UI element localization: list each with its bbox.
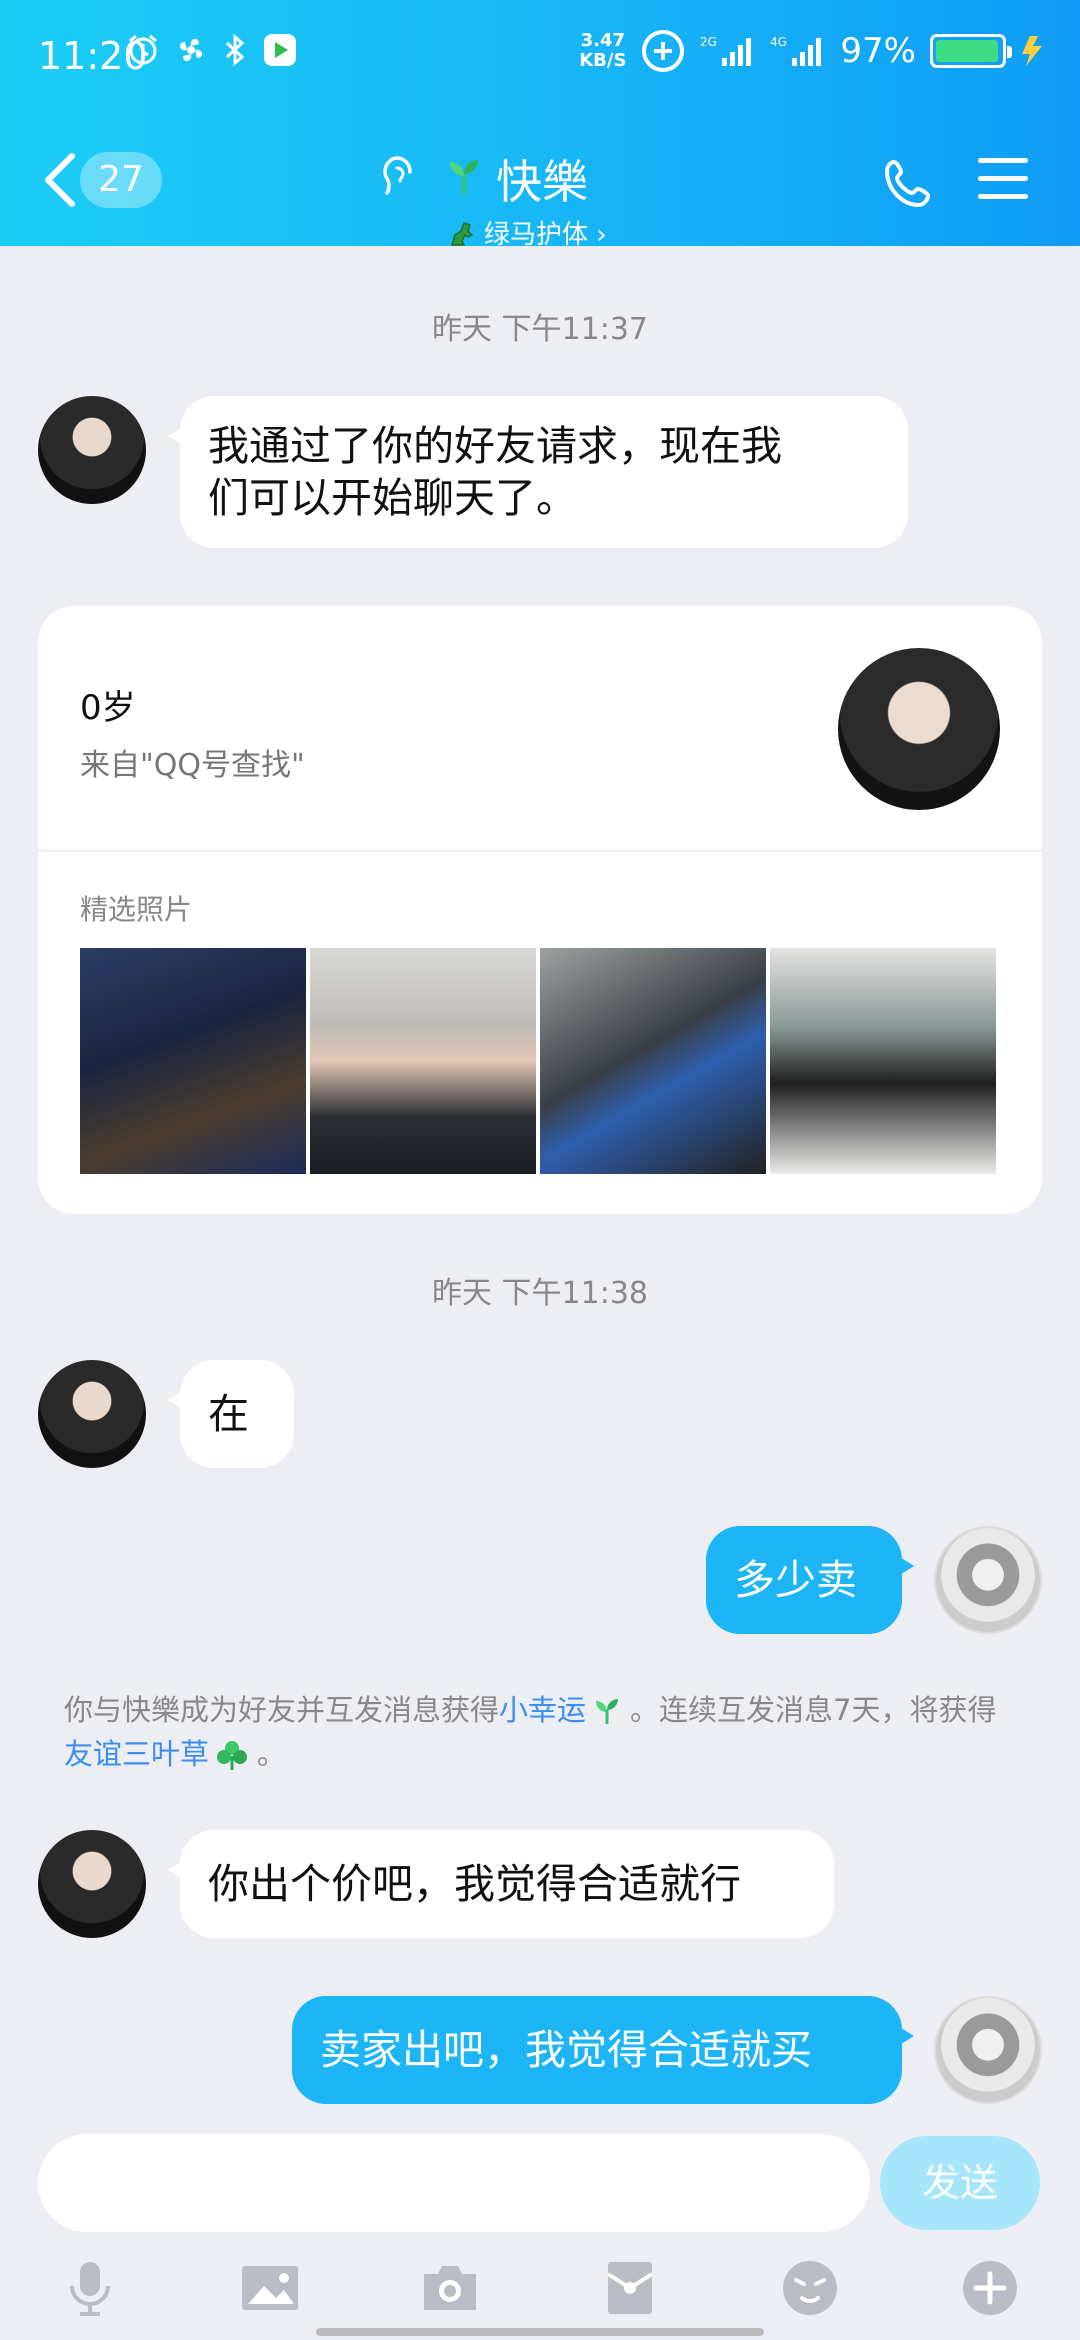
message-input[interactable] [38, 2134, 870, 2232]
svg-text:4G: 4G [770, 35, 787, 49]
compose-bar: 发送 [0, 2120, 1080, 2240]
chat-title-block[interactable]: 快樂 绿马护体 › [380, 134, 710, 250]
incoming-message-bubble[interactable]: 在 [168, 1360, 294, 1468]
timestamp: 昨天 下午11:37 [432, 312, 648, 347]
friendship-notice: 你与快樂成为好友并互发消息获得小幸运 。连续互发消息7天，将获得友谊三叶草。 [64, 1693, 997, 1771]
status-notification-icons [126, 32, 298, 68]
profile-source: 来自"QQ号查找" [80, 748, 305, 783]
clover-icon [217, 1741, 248, 1770]
friend-avatar[interactable] [38, 1360, 146, 1468]
unread-count-badge[interactable]: 27 [80, 152, 162, 208]
featured-photo[interactable] [80, 948, 306, 1174]
red-packet-icon[interactable] [600, 2258, 660, 2318]
outgoing-message-bubble[interactable]: 卖家出吧，我觉得合适就买 [292, 1996, 914, 2104]
image-icon[interactable] [240, 2258, 300, 2318]
input-toolbar [0, 2240, 1080, 2340]
alarm-icon [129, 34, 157, 65]
incoming-message-bubble[interactable]: 你出个价吧，我觉得合适就行 [168, 1830, 834, 1938]
back-arrow-icon[interactable] [40, 150, 80, 210]
microphone-icon[interactable] [60, 2258, 120, 2318]
video-app-icon [264, 34, 296, 66]
divider [38, 850, 1042, 852]
emoji-icon[interactable] [780, 2258, 840, 2318]
svg-text:2G: 2G [700, 35, 717, 49]
bluetooth-icon [225, 33, 245, 67]
featured-photos-label: 精选照片 [80, 893, 193, 926]
sprout-icon [450, 160, 478, 194]
chat-subtitle[interactable]: 绿马护体 › [448, 214, 607, 251]
sprout-icon [596, 1699, 619, 1724]
menu-icon[interactable] [978, 158, 1028, 204]
my-avatar[interactable] [934, 1526, 1042, 1634]
clover-link[interactable]: 友谊三叶草 [64, 1737, 209, 1771]
timestamp: 昨天 下午11:38 [432, 1276, 648, 1311]
signal-2g-icon: 2G [700, 35, 752, 66]
featured-photo[interactable] [310, 948, 536, 1174]
home-indicator[interactable] [316, 2328, 764, 2336]
lucky-link[interactable]: 小幸运 [499, 1693, 586, 1727]
featured-photo[interactable] [770, 948, 996, 1174]
send-button[interactable]: 发送 [880, 2136, 1040, 2230]
featured-photo[interactable] [540, 948, 766, 1174]
friend-avatar[interactable] [38, 1830, 146, 1938]
outgoing-message-bubble[interactable]: 多少卖 [706, 1526, 914, 1634]
battery-icon [930, 34, 1012, 68]
plus-icon[interactable] [960, 2258, 1020, 2318]
fan-icon [179, 38, 203, 62]
phone-call-icon[interactable] [880, 156, 936, 212]
friend-avatar[interactable] [38, 396, 146, 504]
my-avatar[interactable] [934, 1996, 1042, 2104]
friend-profile-card[interactable]: 0岁 来自"QQ号查找" 精选照片 [38, 606, 1042, 1214]
charging-icon [1022, 36, 1042, 66]
status-system-icons: 3.47 KB/S 2G 4G 97% [579, 28, 1046, 74]
data-saver-icon [642, 30, 685, 72]
network-speed: 3.47 KB/S [579, 30, 627, 71]
green-horse-icon [450, 222, 474, 246]
incoming-message-bubble[interactable]: 我通过了你的好友请求，现在我 们可以开始聊天了。 [168, 396, 908, 548]
nav-bar: 27 快樂 绿马护体 › [0, 110, 1080, 250]
battery-percent: 97% [840, 31, 916, 71]
chat-header: 11:20 3.47 KB/S 2G 4G 97% 27 快樂 绿马护体 › [0, 0, 1080, 250]
ear-icon[interactable] [380, 154, 420, 204]
status-bar: 11:20 3.47 KB/S 2G 4G 97% [0, 0, 1080, 110]
profile-age: 0岁 [80, 688, 136, 728]
signal-4g-icon: 4G [770, 35, 822, 66]
profile-avatar[interactable] [838, 648, 1000, 810]
camera-icon[interactable] [420, 2258, 480, 2318]
chat-title: 快樂 [496, 155, 588, 209]
